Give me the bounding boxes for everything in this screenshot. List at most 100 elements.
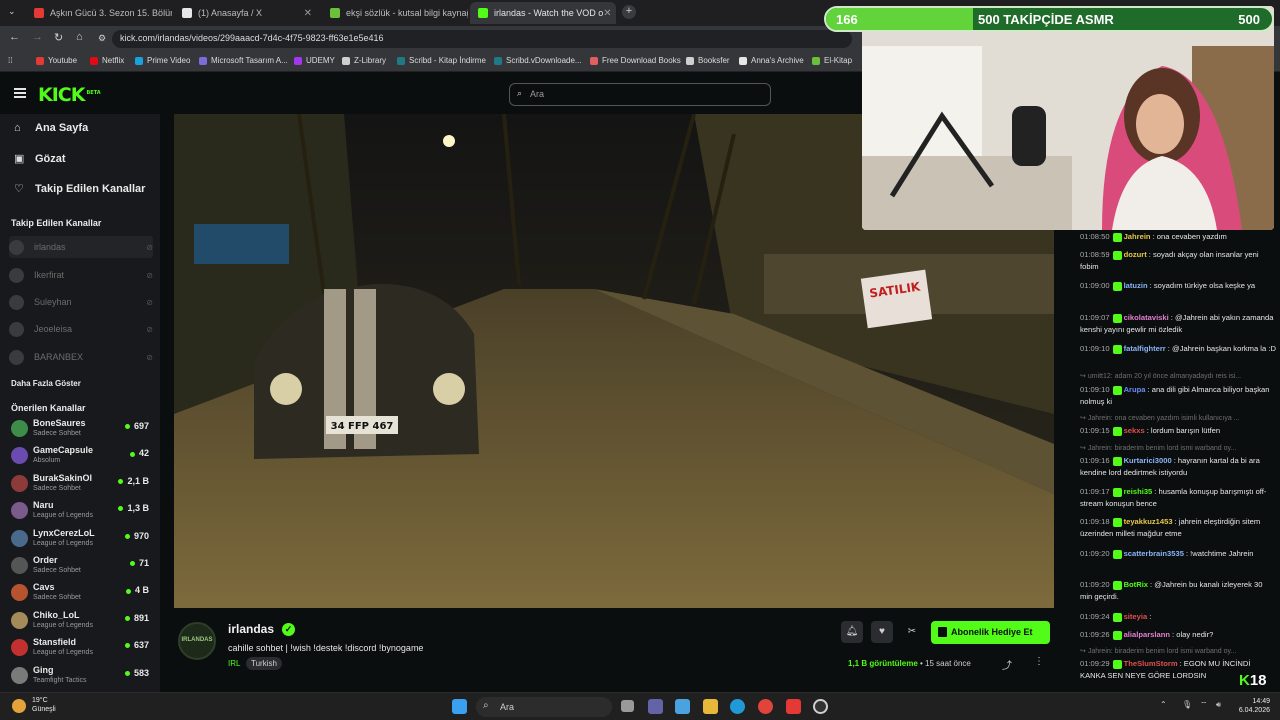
browser-tab-3[interactable]: ekşi sözlük - kutsal bilgi kaynağ✕	[322, 2, 468, 24]
task-view-icon[interactable]	[621, 700, 634, 712]
volume-icon[interactable]: 🔊︎	[1216, 700, 1221, 710]
copilot-icon[interactable]	[675, 699, 690, 714]
channel-category: League of Legends	[33, 649, 93, 657]
kick-logo[interactable]: KICK BETA	[38, 84, 101, 106]
close-tab-icon[interactable]: ✕	[603, 8, 611, 19]
channel-name[interactable]: irlandas	[228, 622, 274, 636]
channel-category: Absolum	[33, 457, 61, 465]
recommended-channel[interactable]: BurakSakinOl Sadece Sohbet 2,1 B	[11, 472, 151, 498]
microphone-icon[interactable]: 🎙︎	[1182, 700, 1192, 709]
chat-username[interactable]: latuzin	[1124, 281, 1148, 290]
home-icon[interactable]: ⌂	[76, 31, 83, 43]
chat-message: 01:09:24 siteyia:	[1080, 611, 1276, 623]
followed-channel-suleyhan[interactable]: Suleyhan ⊘	[9, 291, 153, 313]
new-tab-icon[interactable]: +	[622, 5, 636, 19]
followed-channel-ikerfirat[interactable]: Ikerfirat ⊘	[9, 264, 153, 286]
show-more-link[interactable]: Daha Fazla Göster	[11, 379, 81, 388]
language-tag[interactable]: Turkish	[246, 657, 282, 670]
bookmark-youtube[interactable]: Youtube	[36, 56, 77, 65]
search-input[interactable]: ⌕ Ara	[509, 83, 771, 106]
obs-icon[interactable]	[813, 699, 828, 714]
recommended-channel[interactable]: Chiko_LoL League of Legends 891	[11, 609, 151, 635]
followed-channel-jeoeleisa[interactable]: Jeoeleisa ⊘	[9, 318, 153, 340]
browser-tab-2[interactable]: (1) Anasayfa / X ✕	[174, 2, 320, 24]
channel-avatar[interactable]: IRLANDAS	[178, 622, 216, 660]
followed-channel-irlandas[interactable]: irlandas ⊘	[9, 236, 153, 258]
chat-username[interactable]: cikolataviski	[1124, 313, 1169, 322]
close-tab-icon[interactable]: ✕	[304, 8, 312, 19]
chat-text: : olay nedir?	[1172, 630, 1214, 639]
url-field[interactable]: kick.com/irlandas/videos/299aaacd-7d4c-4…	[112, 30, 852, 48]
apps-icon[interactable]: ⁞⁞	[8, 56, 12, 65]
tab-list-icon[interactable]: ⌄	[8, 6, 16, 17]
chat-username[interactable]: scatterbrain3535	[1124, 549, 1184, 558]
recommended-channel[interactable]: Naru League of Legends 1,3 B	[11, 499, 151, 525]
chat-username[interactable]: Jahrein	[1124, 232, 1151, 241]
sidebar-item-home[interactable]: ⌂ Ana Sayfa	[14, 122, 88, 134]
more-options-icon[interactable]: ⋮	[1034, 656, 1044, 667]
teams-icon[interactable]	[648, 699, 663, 714]
notification-bell-button[interactable]: 🔔︎	[841, 621, 863, 643]
share-icon[interactable]: ⤴	[1002, 657, 1012, 672]
recommended-channel[interactable]: Cavs Sadece Sohbet 4 B	[11, 581, 151, 607]
bookmark-udemy[interactable]: UDEMY	[294, 56, 335, 65]
chrome-icon[interactable]	[758, 699, 773, 714]
youtube-app-icon[interactable]	[786, 699, 801, 714]
chat-username[interactable]: sekxs	[1124, 426, 1145, 435]
chat-username[interactable]: Kurtarici3000	[1124, 456, 1172, 465]
age-rating-badge: K18	[1239, 672, 1267, 689]
search-icon: ⌕	[483, 700, 489, 711]
bookmark-scribd[interactable]: Scribd - Kitap İndirme	[397, 56, 486, 65]
chat-username[interactable]: TheSlumStorm	[1124, 659, 1178, 668]
recommended-channel[interactable]: Stansfield League of Legends 637	[11, 636, 151, 662]
file-explorer-icon[interactable]	[703, 699, 718, 714]
clip-button[interactable]: ✂	[901, 621, 923, 643]
recommended-channel[interactable]: GameCapsule Absolum 42	[11, 444, 151, 470]
bookmark-scribd-downloader[interactable]: Scribd.vDownloade...	[494, 56, 582, 65]
recommended-channel[interactable]: Ging Teamfight Tactics 583	[11, 664, 151, 690]
start-icon[interactable]	[452, 699, 467, 714]
recommended-channel[interactable]: BoneSaures Sadece Sohbet 697	[11, 417, 151, 443]
bookmark-el-kitap[interactable]: El-Kitap	[812, 56, 852, 65]
taskbar-search[interactable]: ⌕ Ara	[476, 697, 612, 717]
chat-username[interactable]: fatalfighterr	[1124, 344, 1166, 353]
category-link[interactable]: IRL	[228, 659, 240, 668]
forward-icon[interactable]: →	[32, 31, 43, 43]
bookmark-microsoft-designer[interactable]: Microsoft Tasarım A...	[199, 56, 288, 65]
menu-icon[interactable]	[14, 88, 26, 98]
chat-message: 01:09:16 Kurtarici3000: hayranın kartal d…	[1080, 455, 1276, 479]
bookmark-free-download-books[interactable]: Free Download Books	[590, 56, 681, 65]
bookmark-prime-video[interactable]: Prime Video	[135, 56, 190, 65]
browser-tab-1[interactable]: Aşkın Gücü 3. Sezon 15. Bölüm✕	[26, 2, 172, 24]
chat-username[interactable]: teyakkuz1453	[1124, 517, 1173, 526]
follow-heart-button[interactable]: ♥	[871, 621, 893, 643]
weather-widget[interactable]: 19°C Güneşli	[32, 696, 56, 714]
weather-icon[interactable]	[12, 699, 26, 713]
bookmark-booksfer[interactable]: Booksfer	[686, 56, 730, 65]
back-icon[interactable]: ←	[9, 31, 20, 43]
bookmark-annas-archive[interactable]: Anna's Archive	[739, 56, 804, 65]
chat-username[interactable]: reishi35	[1124, 487, 1153, 496]
gift-subscription-button[interactable]: Abonelik Hediye Et	[931, 621, 1050, 644]
wifi-icon[interactable]: ⌔	[1200, 700, 1208, 710]
bookmark-netflix[interactable]: Netflix	[90, 56, 124, 65]
followed-channel-baranbex[interactable]: BARANBEX ⊘	[9, 346, 153, 368]
tray-chevron-icon[interactable]: ⌃	[1160, 700, 1167, 709]
recommended-channel[interactable]: Order Sadece Sohbet 71	[11, 554, 151, 580]
chat-username[interactable]: dozurt	[1124, 250, 1147, 259]
chat-username[interactable]: siteyia	[1124, 612, 1148, 621]
sidebar-item-following[interactable]: ♡ Takip Edilen Kanallar	[14, 182, 145, 196]
browser-tab-4[interactable]: irlandas - Watch the VOD o ✕	[470, 2, 616, 24]
chat-username[interactable]: Arupa	[1124, 385, 1146, 394]
chat-message: 01:09:00 latuzin: soyadım türkiye olsa ke…	[1080, 280, 1276, 292]
edge-icon[interactable]	[730, 699, 745, 714]
bookmark-z-library[interactable]: Z-Library	[342, 56, 386, 65]
recommended-channel[interactable]: LynxCerezLoL League of Legends 970	[11, 527, 151, 553]
site-info-icon[interactable]: ⚙	[98, 33, 106, 44]
chat-username[interactable]: alialparslann	[1124, 630, 1170, 639]
chat-username[interactable]: BotRix	[1124, 580, 1148, 589]
goal-target: 500	[1238, 12, 1260, 27]
system-clock[interactable]: 14:49 6.04.2026	[1234, 697, 1270, 715]
sidebar-item-browse[interactable]: ▣ Gözat	[14, 152, 66, 166]
reload-icon[interactable]: ↻	[54, 31, 63, 44]
